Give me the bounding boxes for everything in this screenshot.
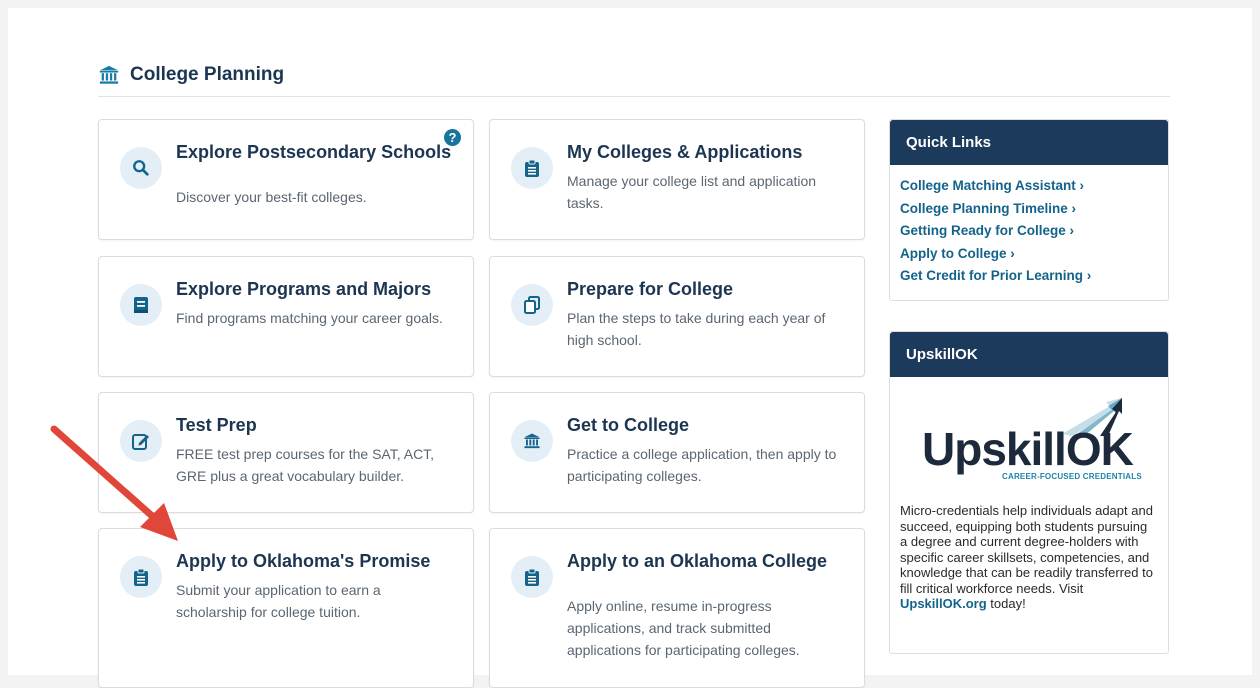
upskill-panel: UpskillOK UpskillOK CAREER-FOCUSED CREDE… — [889, 331, 1169, 654]
card-explore-schools[interactable]: ? Explore Postsecondary Schools Discover… — [98, 119, 474, 240]
card-title: Explore Programs and Majors — [176, 279, 432, 299]
search-icon — [120, 147, 162, 189]
card-description: Find programs matching your career goals… — [176, 310, 443, 326]
upskill-logo[interactable]: UpskillOK CAREER-FOCUSED CREDENTIALS — [910, 390, 1150, 490]
institution-icon — [99, 65, 119, 84]
card-description: Plan the steps to take during each year … — [567, 310, 826, 348]
quick-link-apply[interactable]: Apply to College › — [900, 243, 1168, 266]
card-description: Submit your application to earn a schola… — [176, 582, 381, 620]
card-title: Apply to Oklahoma's Promise — [176, 551, 431, 571]
clipboard-icon — [120, 556, 162, 598]
copy-icon — [511, 284, 553, 326]
card-apply-oklahoma-college[interactable]: Apply to an Oklahoma College Apply onlin… — [489, 528, 865, 688]
upskill-logo-text: UpskillOK — [922, 423, 1134, 475]
upskill-desc-text: Micro-credentials help individuals adapt… — [900, 503, 1153, 596]
card-description: Discover your best-fit colleges. — [176, 189, 367, 205]
clipboard-icon — [511, 147, 553, 189]
card-title: Prepare for College — [567, 279, 734, 299]
card-description: Practice a college application, then app… — [567, 446, 837, 484]
upskill-title: UpskillOK — [890, 332, 1168, 377]
card-title: Explore Postsecondary Schools — [176, 142, 452, 162]
upskill-link[interactable]: UpskillOK.org — [900, 596, 987, 611]
card-title: My Colleges & Applications — [567, 142, 803, 162]
card-my-colleges[interactable]: My Colleges & Applications Manage your c… — [489, 119, 865, 240]
quick-links-panel: Quick Links College Matching Assistant ›… — [889, 119, 1169, 301]
card-prepare-college[interactable]: Prepare for College Plan the steps to ta… — [489, 256, 865, 377]
upskill-desc-end: today! — [986, 596, 1026, 611]
quick-link-college-matching[interactable]: College Matching Assistant › — [900, 175, 1168, 198]
card-description: FREE test prep courses for the SAT, ACT,… — [176, 446, 435, 484]
clipboard-icon — [511, 556, 553, 598]
quick-link-getting-ready[interactable]: Getting Ready for College › — [900, 220, 1168, 243]
quick-link-planning-timeline[interactable]: College Planning Timeline › — [900, 198, 1168, 221]
upskill-description: Micro-credentials help individuals adapt… — [900, 503, 1158, 612]
quick-link-prior-learning[interactable]: Get Credit for Prior Learning › — [900, 265, 1168, 288]
card-title: Test Prep — [176, 415, 257, 435]
institution-icon — [511, 420, 553, 462]
red-arrow-icon — [50, 425, 178, 541]
card-title: Apply to an Oklahoma College — [567, 551, 828, 571]
page: College Planning ? Explore Postsecondary… — [8, 8, 1252, 688]
page-title: College Planning — [130, 64, 285, 85]
quick-links-title: Quick Links — [890, 120, 1168, 165]
section-header: College Planning — [98, 60, 1170, 97]
card-explore-programs[interactable]: Explore Programs and Majors Find program… — [98, 256, 474, 377]
book-icon — [120, 284, 162, 326]
card-get-to-college[interactable]: Get to College Practice a college applic… — [489, 392, 865, 513]
upskill-logo-tagline: CAREER-FOCUSED CREDENTIALS — [1002, 472, 1142, 481]
card-description: Apply online, resume in-progress applica… — [567, 598, 800, 658]
card-description: Manage your college list and application… — [567, 173, 817, 211]
card-title: Get to College — [567, 415, 690, 435]
